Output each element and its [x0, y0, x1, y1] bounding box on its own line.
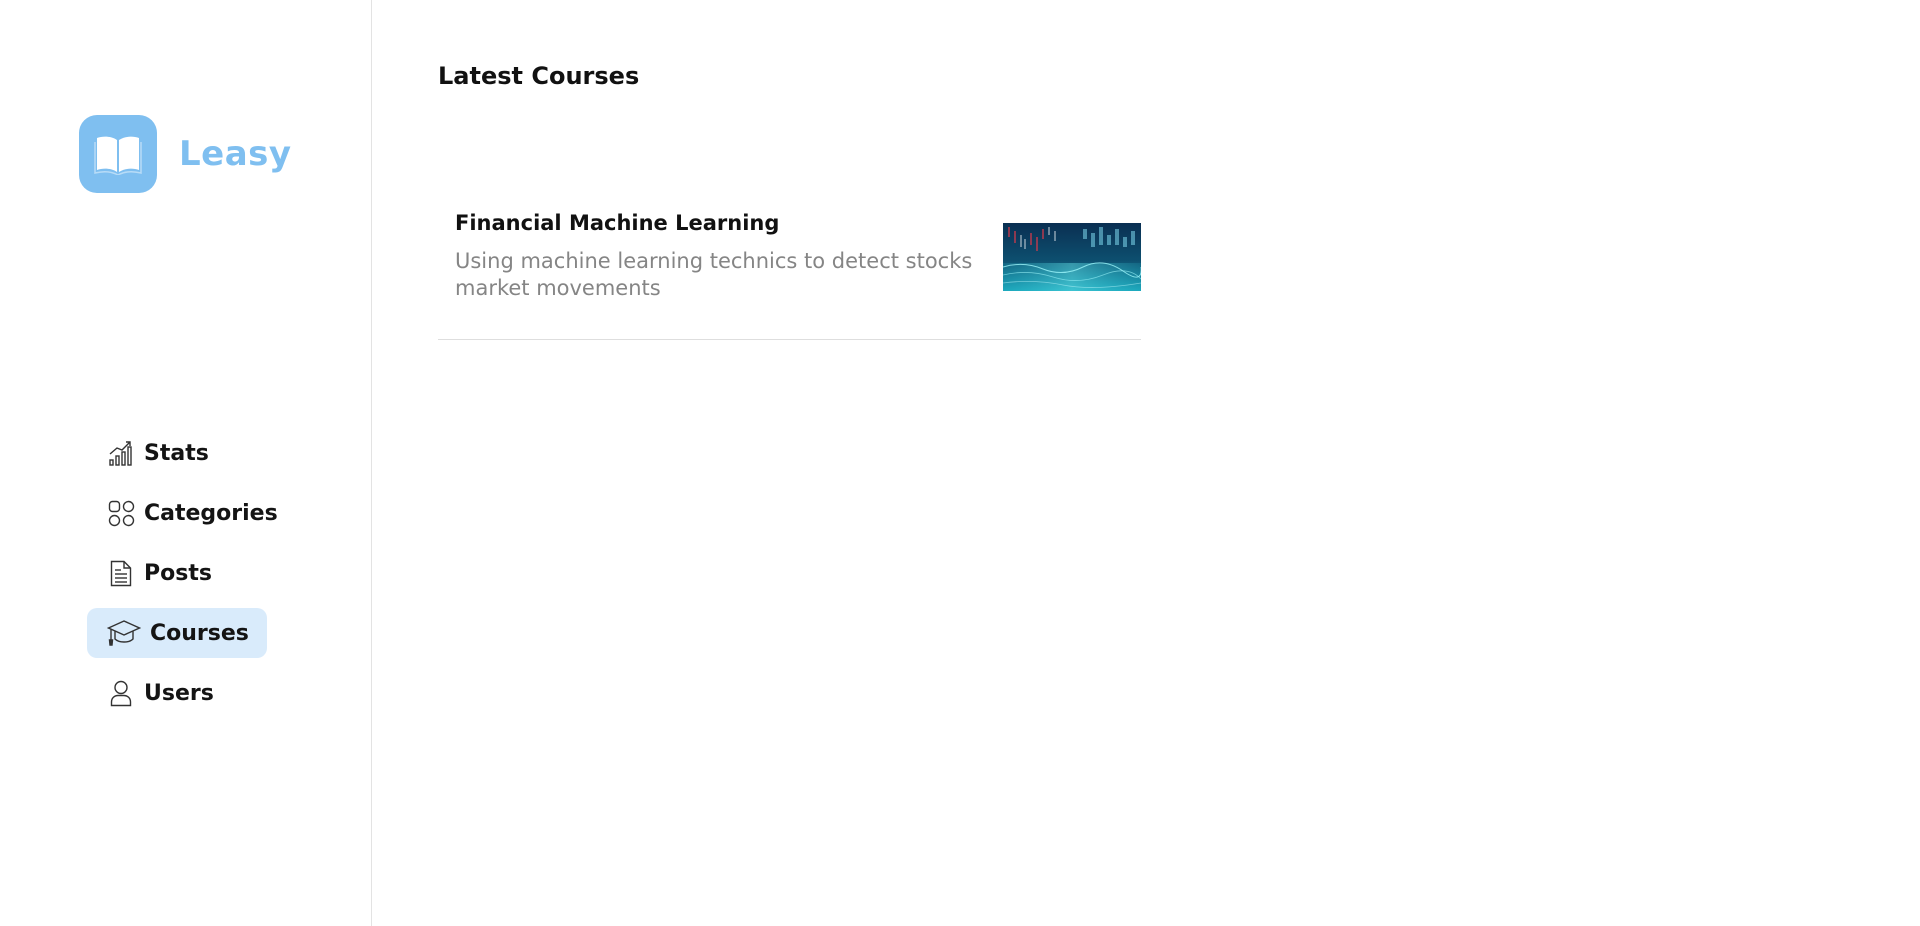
page-title: Latest Courses — [438, 62, 640, 90]
sidebar-item-label: Posts — [144, 560, 212, 586]
stats-chart-icon — [107, 439, 135, 467]
categories-grid-icon — [107, 499, 135, 527]
sidebar-item-label: Courses — [150, 620, 249, 646]
sidebar-item-categories[interactable]: Categories — [87, 488, 296, 538]
course-description: Using machine learning technics to detec… — [455, 249, 973, 300]
sidebar-nav: Stats Categories Posts Courses Users — [87, 428, 296, 728]
sidebar-item-label: Users — [144, 680, 214, 706]
open-book-icon — [79, 115, 157, 193]
sidebar-item-posts[interactable]: Posts — [87, 548, 230, 598]
graduation-cap-icon — [107, 619, 141, 647]
sidebar-item-courses[interactable]: Courses — [87, 608, 267, 658]
brand[interactable]: Leasy — [79, 115, 292, 193]
document-icon — [107, 559, 135, 587]
course-card[interactable]: Financial Machine Learning Using machine… — [438, 205, 1141, 340]
app-root: Leasy Stats Categories Posts Courses Use… — [0, 0, 1920, 926]
sidebar-item-users[interactable]: Users — [87, 668, 232, 718]
sidebar-item-stats[interactable]: Stats — [87, 428, 227, 478]
sidebar-item-label: Stats — [144, 440, 209, 466]
stock-market-thumbnail[interactable] — [1003, 223, 1141, 291]
sidebar-item-label: Categories — [144, 500, 278, 526]
course-title[interactable]: Financial Machine Learning — [455, 211, 779, 235]
brand-name: Leasy — [179, 134, 292, 174]
course-list: Financial Machine Learning Using machine… — [438, 205, 1141, 340]
sidebar: Leasy Stats Categories Posts Courses Use… — [0, 0, 372, 926]
user-icon — [107, 679, 135, 707]
